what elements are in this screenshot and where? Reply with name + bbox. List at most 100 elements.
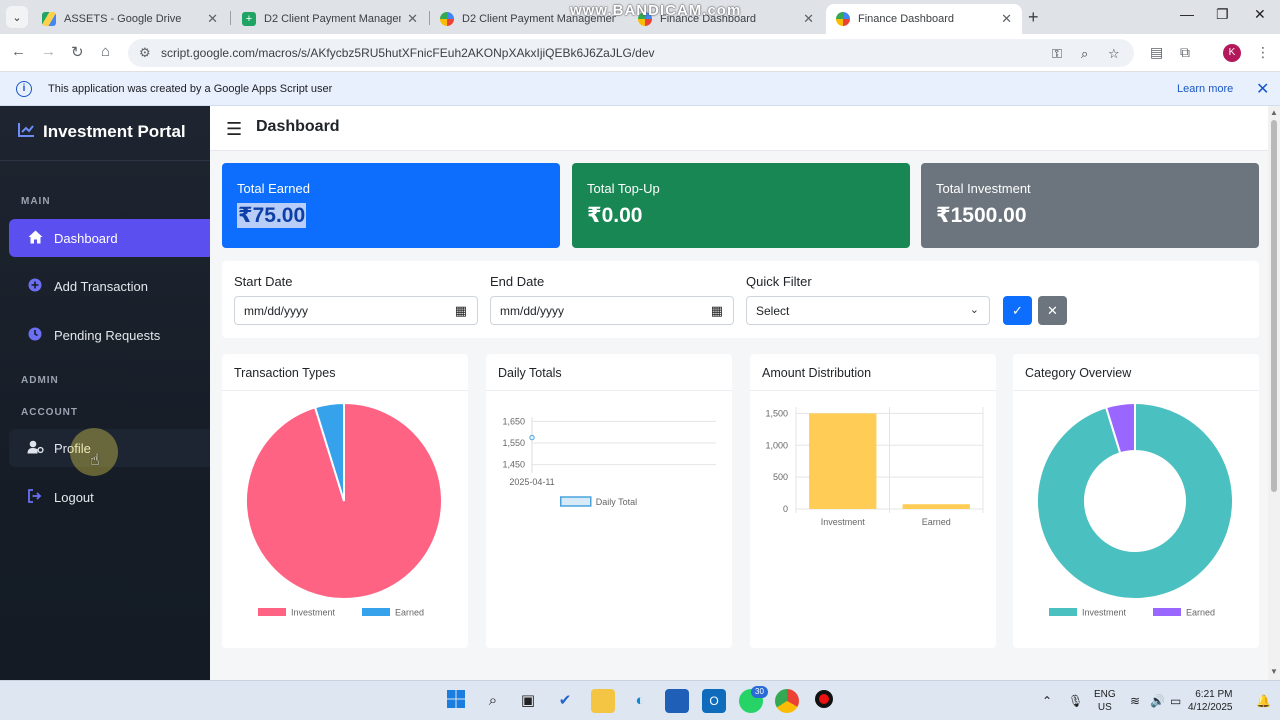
url-text: script.google.com/macros/s/AKfycbz5RU5hu… [161,46,655,60]
page-scrollbar[interactable]: ▲ ▼ [1268,106,1280,680]
line-point [529,434,535,441]
menu-dots-icon[interactable]: ⋮ [1256,44,1270,61]
google-sheets-icon: + [242,12,256,26]
start-date-input[interactable]: mm/dd/yyyy ▦ [234,296,478,325]
chart-panel-header: Daily Totals [486,354,732,391]
y-tick-label: 0 [783,504,788,514]
windows-start-icon[interactable] [444,689,468,713]
tab-payment-sheet[interactable]: + D2 Client Payment Management ✕ [232,4,428,34]
chrome-icon[interactable] [775,689,799,713]
chart-panel-transaction-types: Transaction Types Investment Earned [222,354,468,648]
input-language[interactable]: ENG US [1094,688,1116,714]
battery-icon[interactable]: ▭ [1170,694,1181,708]
sidebar-item-label: Add Transaction [54,278,148,294]
tab-search-button[interactable]: ⌄ [6,6,28,28]
user-cog-icon [26,440,44,457]
y-tick-label: 1,500 [765,408,788,418]
sidebar-divider [0,160,210,161]
search-icon[interactable]: ⌕ [481,689,505,713]
y-tick-label: 1,550 [502,438,525,448]
card-total-topup: Total Top-Up ₹0.00 [572,163,910,248]
sidebar-item-dashboard[interactable]: Dashboard [9,219,210,257]
legend-swatch [258,608,286,616]
wifi-icon[interactable]: ≋ [1130,694,1140,708]
tab-title: Finance Dashboard [858,13,955,25]
site-info-icon[interactable]: ⚙ [139,45,151,61]
scroll-up-icon[interactable]: ▲ [1270,108,1278,117]
hand-cursor-icon: ☝ [90,452,100,469]
sidebar-item-pending-requests[interactable]: Pending Requests [9,316,210,354]
infobar-message: This application was created by a Google… [48,83,333,95]
brand[interactable]: Investment Portal [18,122,186,142]
tab-assets-drive[interactable]: ASSETS - Google Drive ✕ [32,4,228,34]
record-icon[interactable] [812,689,836,713]
reload-icon[interactable]: ↻ [71,43,84,61]
edge-icon[interactable]: ◐ [628,689,652,713]
clear-filter-button[interactable]: ✕ [1038,296,1067,325]
restore-icon[interactable]: ❐ [1216,6,1229,23]
sidebar-item-add-transaction[interactable]: Add Transaction [9,267,210,305]
task-view-icon[interactable]: ▣ [516,689,540,713]
hamburger-menu-icon[interactable]: ☰ [226,119,242,140]
outlook-icon[interactable]: O [702,689,726,713]
sidebar: Investment Portal MAIN Dashboard Add Tra… [0,106,210,680]
close-tab-icon[interactable]: ✕ [803,11,814,27]
sidebar-item-logout[interactable]: Logout [9,478,210,516]
password-key-icon[interactable]: ⚿ [1052,46,1062,62]
window-close-icon[interactable]: ✕ [1254,6,1266,23]
profile-avatar[interactable]: K [1223,44,1241,62]
close-tab-icon[interactable]: ✕ [207,11,218,27]
tab-finance-dashboard-active[interactable]: Finance Dashboard ✕ [826,4,1022,34]
store-icon[interactable] [665,689,689,713]
forward-icon[interactable]: → [41,43,56,60]
address-bar[interactable]: ⚙ script.google.com/macros/s/AKfycbz5RU5… [128,39,1134,67]
section-account: ACCOUNT [21,407,78,418]
infobar-close-icon[interactable]: ✕ [1256,79,1269,99]
clock[interactable]: 6:21 PM 4/12/2025 [1188,688,1233,714]
chart-panel-amount-distribution: Amount Distribution 0 500 1,000 1,500 Invest… [750,354,996,648]
bookmark-star-icon[interactable]: ☆ [1108,46,1120,62]
topbar: ☰ Dashboard [210,106,1268,151]
zoom-icon[interactable]: ⌕ [1081,46,1088,62]
scrollbar-thumb[interactable] [1271,120,1277,492]
notification-icon[interactable]: 🔔 [1256,694,1271,708]
home-icon[interactable]: ⌂ [101,43,110,60]
minimize-icon[interactable]: — [1180,6,1194,22]
card-total-investment: Total Investment ₹1500.00 [921,163,1259,248]
card-label: Total Top-Up [587,181,660,196]
scroll-down-icon[interactable]: ▼ [1270,667,1278,676]
x-tick-label: Investment [821,517,866,527]
end-date-placeholder: mm/dd/yyyy [500,304,565,318]
browser-toolbar: ← → ↻ ⌂ ⚙ script.google.com/macros/s/AKf… [0,34,1280,72]
extensions-icon[interactable]: ⧉ [1180,44,1190,61]
volume-icon[interactable]: 🔊 [1150,694,1165,708]
x-tick-label: 2025-04-11 [509,477,554,487]
microphone-icon[interactable]: 🎙 [1068,694,1083,708]
x-tick-label: Earned [922,517,951,527]
close-tab-icon[interactable]: ✕ [1001,11,1012,27]
legend-label: Earned [1186,608,1215,618]
close-tab-icon[interactable]: ✕ [407,11,418,27]
main-content: ☰ Dashboard Total Earned ₹75.00 Total To… [210,106,1268,680]
file-explorer-icon[interactable] [591,689,615,713]
back-icon[interactable]: ← [11,43,26,60]
new-tab-icon[interactable]: + [1028,7,1039,28]
cast-icon[interactable]: ▤ [1150,44,1163,61]
sidebar-item-label: Pending Requests [54,327,161,343]
end-date-input[interactable]: mm/dd/yyyy ▦ [490,296,734,325]
chart-title: Amount Distribution [762,366,872,380]
y-tick-label: 1,450 [502,460,525,470]
calendar-icon[interactable]: ▦ [711,303,723,319]
tab-separator [230,11,231,25]
learn-more-link[interactable]: Learn more [1177,83,1233,95]
chart-panel-category-overview: Category Overview Investment Earned [1013,354,1259,648]
apply-filter-button[interactable]: ✓ [1003,296,1032,325]
todo-icon[interactable]: ✔ [553,689,577,713]
clear-icon: ✕ [1047,303,1058,318]
check-icon: ✓ [1012,303,1023,318]
calendar-icon[interactable]: ▦ [455,303,467,319]
bandicam-watermark: www.BANDICAM.com [570,2,742,19]
tray-overflow-icon[interactable]: ⌃ [1042,694,1052,708]
quick-filter-select[interactable]: Select ⌄ [746,296,990,325]
legend-swatch [560,496,592,507]
